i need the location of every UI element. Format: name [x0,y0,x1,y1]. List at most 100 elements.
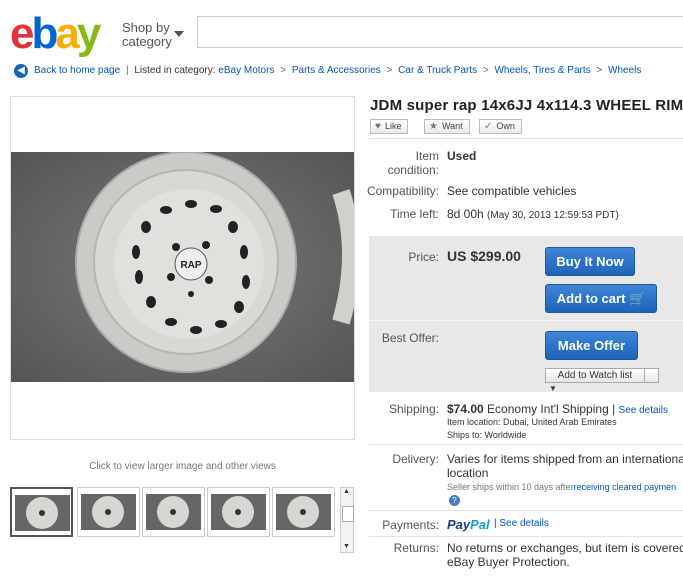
scroll-up-icon[interactable]: ▲ [343,488,350,495]
breadcrumb-separator: > [482,65,489,76]
breadcrumb-separator: > [280,65,287,76]
check-icon: ✓ [484,121,493,132]
thumbnail-image [81,494,136,530]
breadcrumb-wheels[interactable]: Wheels [608,65,641,76]
breadcrumb-separator: > [386,65,393,76]
divider [369,444,683,445]
scrollbar-thumb[interactable] [342,506,354,522]
condition-label-line1: Item [415,149,439,163]
shipping-info: $74.00 Economy Int'l Shipping | See deta… [447,402,668,416]
breadcrumb-parts-accessories[interactable]: Parts & Accessories [292,65,381,76]
thumbnail[interactable] [207,487,270,537]
best-offer-label: Best Offer: [381,331,439,345]
divider [369,138,683,139]
shop-by-category-button[interactable]: Shop by category [122,21,172,49]
shop-by-label: Shop by [122,20,170,35]
delivery-line1: Varies for items shipped from an interna… [447,452,683,466]
breadcrumb-wheels-tires-parts[interactable]: Wheels, Tires & Parts [494,65,590,76]
time-left-value: 8d 00h [447,207,484,221]
buyer-protection-link[interactable]: eBay Buyer Protection. [447,555,570,569]
payments-see-details-link[interactable]: See details [499,518,548,529]
logo-letter-e: e [10,9,35,58]
logo-letter-a: a [55,9,80,58]
search-input[interactable] [197,16,683,48]
want-label: Want [441,121,463,131]
paypal-pay: Pay [447,517,471,532]
thumbnail[interactable] [272,487,335,537]
shipping-see-details-link[interactable]: See details [619,405,668,416]
condition-label-line2: condition: [387,163,439,177]
breadcrumb-ebay-motors[interactable]: eBay Motors [218,65,274,76]
thumbnail-image [146,494,201,530]
image-caption: Click to view larger image and other vie… [89,461,276,472]
returns-line1: No returns or exchanges, but item is cov… [447,541,683,555]
shipping-label: Shipping: [388,402,439,416]
logo-letter-y: y [76,9,102,58]
like-button[interactable]: ♥ Like [370,119,409,134]
own-button[interactable]: ✓ Own [479,119,522,134]
end-time: (May 30, 2013 12:59:53 PDT) [487,210,619,221]
breadcrumb-car-truck-parts[interactable]: Car & Truck Parts [398,65,477,76]
time-left-label: Time left: [390,207,439,221]
shipping-cost: $74.00 [447,402,484,416]
listed-in-label: Listed in category: [134,65,216,76]
like-label: Like [384,121,402,131]
thumbnail-image [276,494,331,530]
delivery-note: Seller ships within 10 days afterreceivi… [447,482,676,492]
scroll-down-icon[interactable]: ▼ [343,543,350,550]
paypal-pal: Pal [470,517,490,532]
condition-value: Used [447,149,477,163]
thumbnail[interactable] [77,487,140,537]
cart-icon: 🛒 [629,291,646,306]
category-label: category [122,34,172,49]
time-left: 8d 00h (May 30, 2013 12:59:53 PDT) [447,207,619,221]
chevron-down-icon[interactable]: ▼ [546,382,560,395]
logo-letter-b: b [31,9,58,58]
price-label: Price: [408,250,439,264]
price-value: US $299.00 [447,248,521,264]
svg-text:RAP: RAP [180,260,201,271]
delivery-line2: location [447,466,489,480]
thumbnail-scrollbar[interactable]: ▲ ▼ [340,487,354,553]
ebay-logo[interactable]: ebay [10,9,102,58]
make-offer-button[interactable]: Make Offer [545,331,638,360]
delivery-label: Delivery: [392,452,439,466]
add-to-cart-label: Add to cart [556,291,626,306]
chevron-down-icon[interactable] [174,31,184,37]
want-button[interactable]: ★ Want [424,119,470,134]
main-product-image[interactable]: RAP [11,152,354,382]
heart-icon: ♥ [375,121,381,132]
paypal-logo: PayPal [447,517,490,532]
breadcrumb: ◀ Back to home page | Listed in category:… [14,64,641,79]
cleared-payment-link[interactable]: receiving cleared paymen [574,482,677,492]
compatibility-label: Compatibility: [366,184,439,198]
breadcrumb-separator: > [596,65,603,76]
back-to-home-link[interactable]: Back to home page [34,65,120,76]
help-icon[interactable]: ? [449,495,460,506]
ships-to: Ships to: Worldwide [447,430,527,440]
divider: | [125,65,129,76]
see-compatible-vehicles-link[interactable]: See compatible vehicles [447,184,576,198]
divider [369,510,683,511]
buy-it-now-button[interactable]: Buy It Now [545,247,635,276]
add-to-cart-button[interactable]: Add to cart 🛒 [545,284,657,313]
back-arrow-icon[interactable]: ◀ [14,64,28,78]
add-to-watch-list-button[interactable]: Add to Watch list▼ [545,368,659,393]
shipping-service: Economy Int'l Shipping | [487,402,616,416]
thumbnail[interactable] [142,487,205,537]
payments-label: Payments: [382,518,439,532]
returns-label: Returns: [393,541,439,555]
own-label: Own [496,121,515,131]
payments-details: | See details [494,518,549,529]
thumbnail-image [211,494,266,530]
thumbnail-image [15,495,70,531]
star-icon: ★ [429,121,438,132]
divider [369,536,683,537]
item-title: JDM super rap 14x6JJ 4x114.3 WHEEL RIM [370,97,683,114]
delivery-note-text: Seller ships within 10 days after [447,482,574,492]
item-location: Item location: Dubai, United Arab Emirat… [447,417,617,427]
thumbnail[interactable] [10,487,73,537]
divider [369,320,683,321]
item-condition-label: Item condition: [369,149,439,177]
watch-list-label: Add to Watch list [546,369,645,382]
